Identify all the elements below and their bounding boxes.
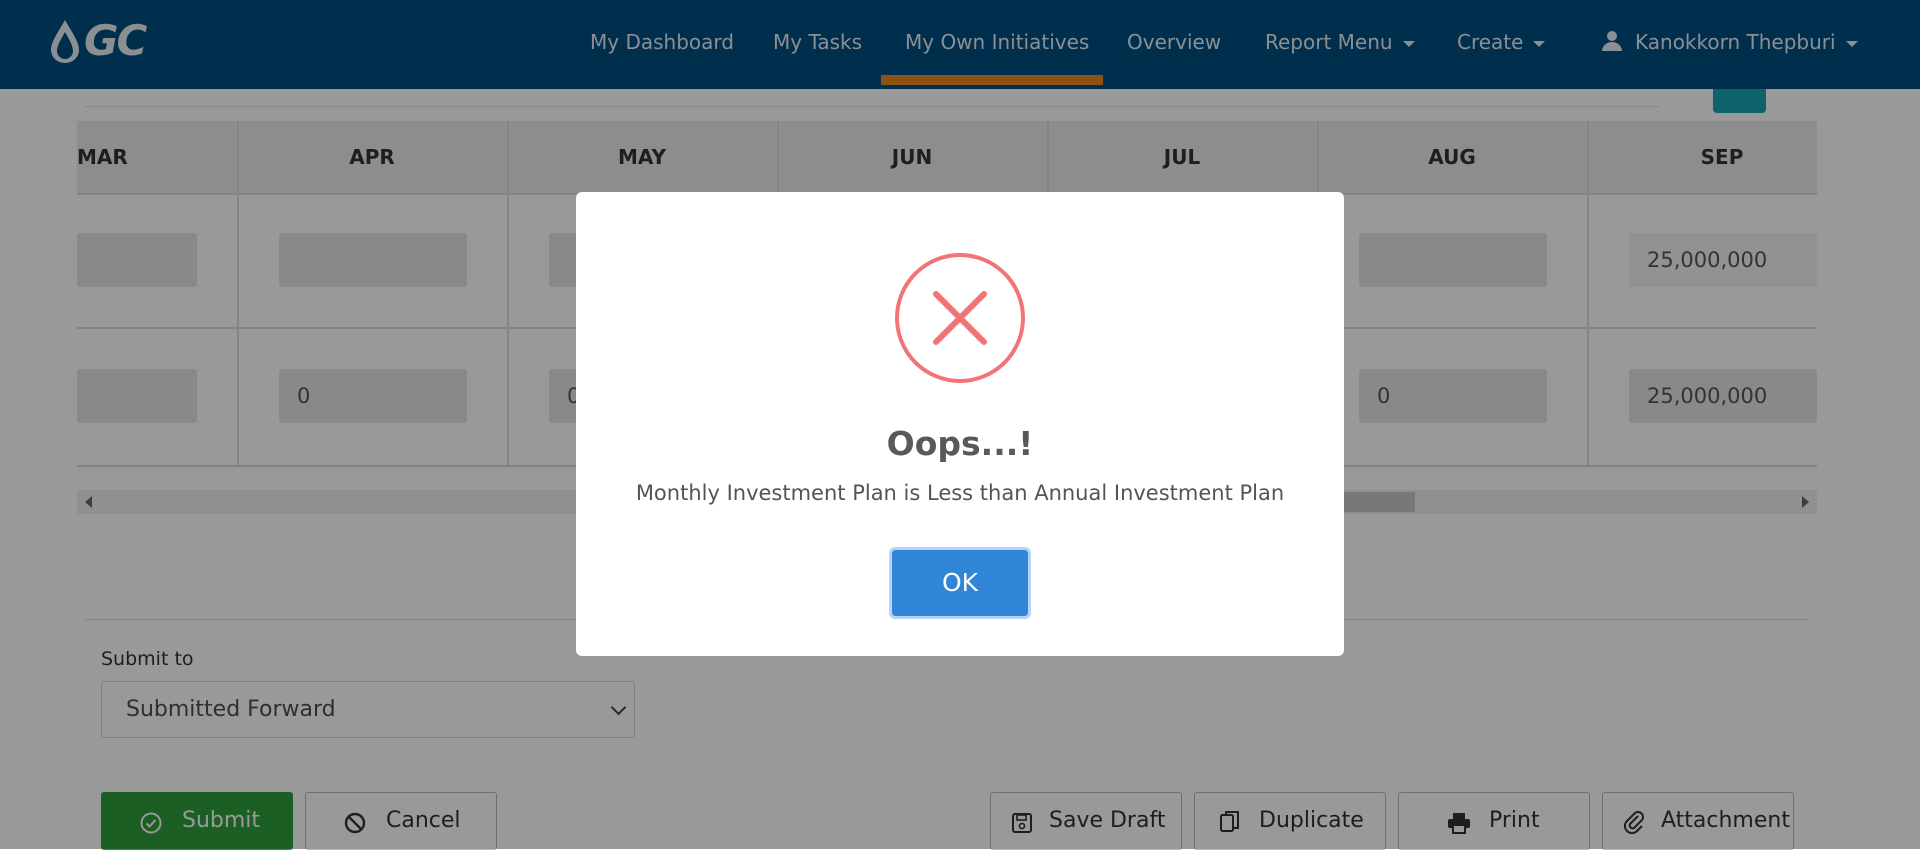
error-x-icon <box>895 253 1025 383</box>
error-dialog: Oops...! Monthly Investment Plan is Less… <box>576 192 1344 656</box>
dialog-title: Oops...! <box>886 424 1034 463</box>
ok-button[interactable]: OK <box>889 547 1031 619</box>
ok-button-label: OK <box>941 568 979 597</box>
dialog-message: Monthly Investment Plan is Less than Ann… <box>635 481 1285 505</box>
